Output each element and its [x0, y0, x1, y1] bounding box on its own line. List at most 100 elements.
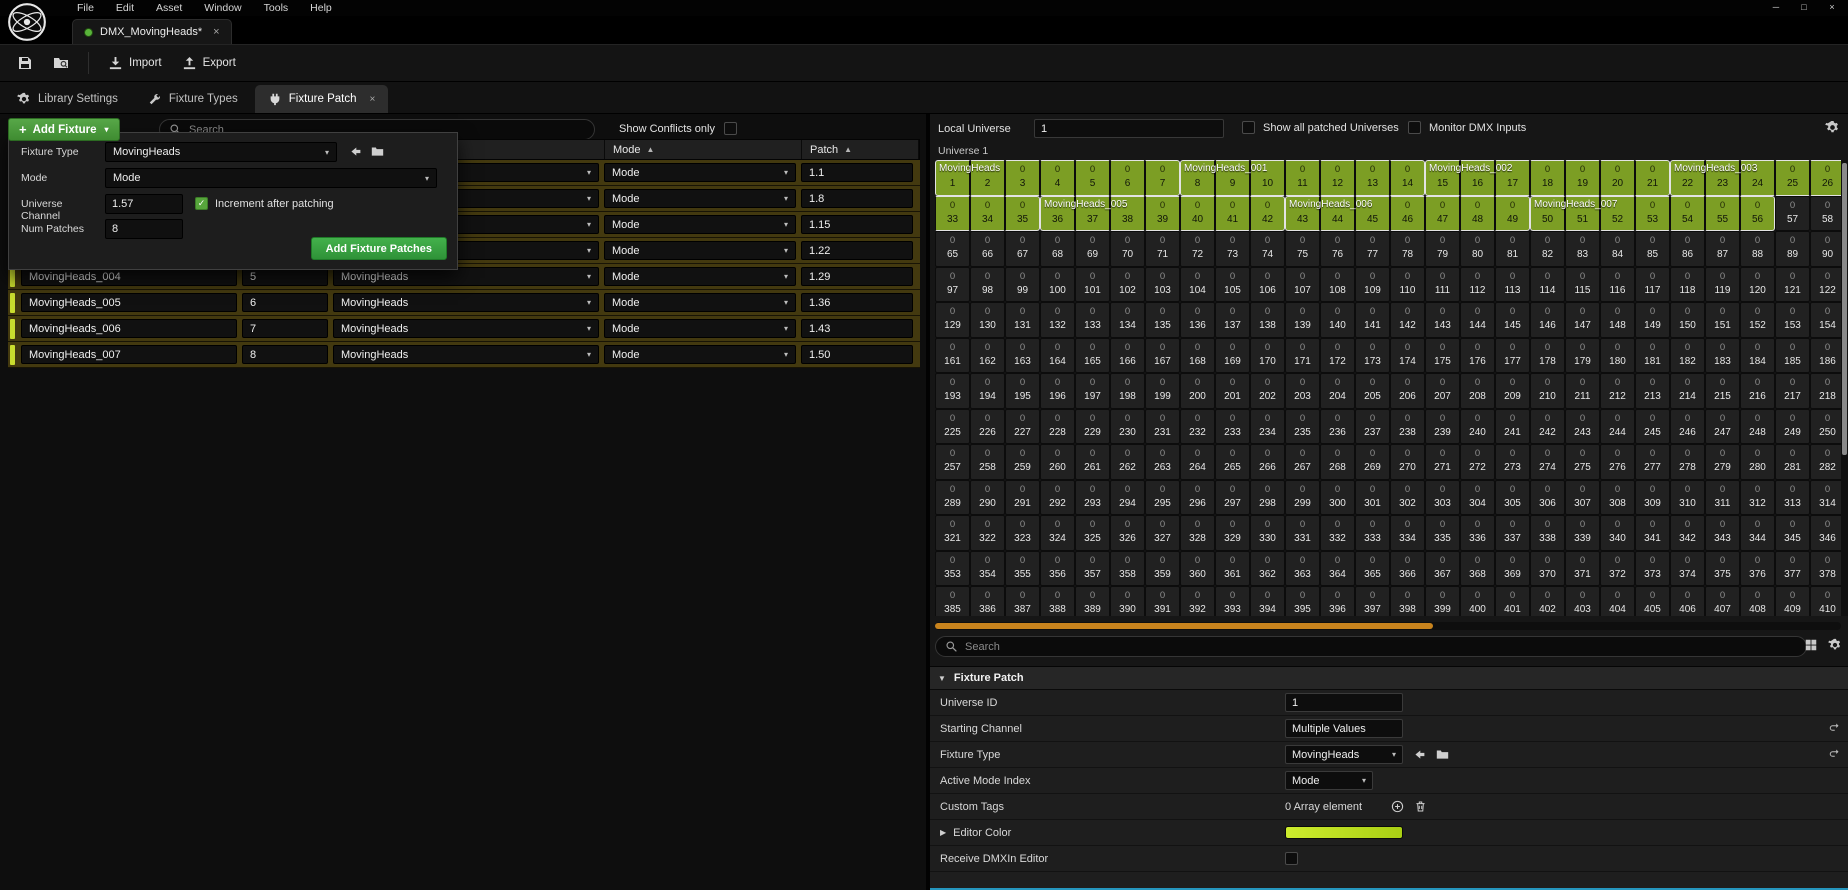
dmx-channel-cell[interactable]: 0230 — [1110, 409, 1145, 445]
dmx-channel-cell[interactable]: 083 — [1565, 231, 1600, 267]
dmx-channel-cell[interactable]: 0326 — [1110, 515, 1145, 551]
dmx-channel-cell[interactable]: 0366 — [1390, 551, 1425, 587]
dmx-channel-cell[interactable]: 025 — [1775, 160, 1810, 196]
dmx-channel-cell[interactable]: 0246 — [1670, 409, 1705, 445]
dmx-channel-cell[interactable]: 0322 — [970, 515, 1005, 551]
dmx-channel-cell[interactable]: 0303 — [1425, 480, 1460, 516]
dmx-channel-cell[interactable]: 0236 — [1320, 409, 1355, 445]
dmx-channel-cell[interactable]: 0355 — [1005, 551, 1040, 587]
dmx-channel-cell[interactable]: 0178 — [1530, 338, 1565, 374]
dmx-channel-cell[interactable]: 0297 — [1215, 480, 1250, 516]
dmx-channel-cell[interactable]: 0294 — [1110, 480, 1145, 516]
dmx-channel-cell[interactable]: 0216 — [1740, 373, 1775, 409]
dmx-channel-cell[interactable]: 0242 — [1530, 409, 1565, 445]
dmx-channel-cell[interactable]: 097 — [935, 267, 970, 303]
dmx-channel-cell[interactable]: 0106 — [1250, 267, 1285, 303]
dmx-channel-cell[interactable]: 0104 — [1180, 267, 1215, 303]
dmx-channel-cell[interactable]: 0147 — [1565, 302, 1600, 338]
dmx-channel-cell[interactable]: 0401 — [1495, 586, 1530, 616]
dmx-channel-cell[interactable]: 082 — [1530, 231, 1565, 267]
dmx-channel-cell[interactable]: 0120 — [1740, 267, 1775, 303]
menu-item-tools[interactable]: Tools — [253, 0, 300, 16]
dmx-channel-cell[interactable]: 0378 — [1810, 551, 1845, 587]
gear-icon[interactable] — [1828, 638, 1842, 652]
fixture-type-dropdown[interactable]: MovingHeads▾ — [333, 293, 599, 312]
dmx-channel-cell[interactable]: 0136 — [1180, 302, 1215, 338]
dmx-channel-cell[interactable]: 069 — [1075, 231, 1110, 267]
dmx-channel-cell[interactable]: 0313 — [1775, 480, 1810, 516]
dmx-channel-cell[interactable]: 0169 — [1215, 338, 1250, 374]
dmx-channel-cell[interactable]: 0226 — [970, 409, 1005, 445]
tab-fixture-patch[interactable]: Fixture Patch × — [255, 85, 389, 113]
close-button[interactable]: × — [1818, 0, 1846, 15]
dmx-channel-cell[interactable]: 0367 — [1425, 551, 1460, 587]
dmx-channel-cell[interactable]: 0399 — [1425, 586, 1460, 616]
dmx-channel-cell[interactable]: 053 — [1635, 196, 1670, 232]
dmx-channel-cell[interactable]: 0389 — [1075, 586, 1110, 616]
patch-cell[interactable]: 1.8 — [801, 189, 913, 208]
dmx-channel-cell[interactable]: 0409 — [1775, 586, 1810, 616]
dmx-channel-cell[interactable]: 0370 — [1530, 551, 1565, 587]
dmx-channel-cell[interactable]: 0218 — [1810, 373, 1845, 409]
dmx-channel-cell[interactable]: 0198 — [1110, 373, 1145, 409]
dmx-channel-cell[interactable]: 0107 — [1285, 267, 1320, 303]
dmx-channel-cell[interactable]: 0376 — [1740, 551, 1775, 587]
dmx-channel-cell[interactable]: 0152 — [1740, 302, 1775, 338]
maximize-button[interactable]: □ — [1790, 0, 1818, 15]
show-conflicts-checkbox[interactable] — [724, 122, 737, 135]
dmx-channel-cell[interactable]: 0212 — [1600, 373, 1635, 409]
dmx-channel-cell[interactable]: 0406 — [1670, 586, 1705, 616]
active-mode-dropdown[interactable]: Mode ▾ — [1285, 771, 1373, 790]
dmx-channel-cell[interactable]: 0200 — [1180, 373, 1215, 409]
dmx-channel-cell[interactable]: 0276 — [1600, 444, 1635, 480]
mode-dropdown[interactable]: Mode▾ — [604, 345, 796, 364]
fixture-type-dropdown[interactable]: MovingHeads▾ — [333, 345, 599, 364]
dmx-channel-cell[interactable]: 042 — [1250, 196, 1285, 232]
dmx-channel-cell[interactable]: 0231 — [1145, 409, 1180, 445]
dmx-channel-cell[interactable]: 0129 — [935, 302, 970, 338]
dmx-channel-cell[interactable]: 018 — [1530, 160, 1565, 196]
dmx-channel-cell[interactable]: 0337 — [1495, 515, 1530, 551]
dmx-channel-cell[interactable]: 0390 — [1110, 586, 1145, 616]
dmx-channel-cell[interactable]: 0185 — [1775, 338, 1810, 374]
dmx-channel-cell[interactable]: 0312 — [1740, 480, 1775, 516]
dmx-channel-cell[interactable]: 0145 — [1495, 302, 1530, 338]
dmx-channel-cell[interactable]: 05 — [1075, 160, 1110, 196]
dmx-channel-cell[interactable]: 0336 — [1460, 515, 1495, 551]
dmx-channel-cell[interactable]: 0301 — [1355, 480, 1390, 516]
dmx-channel-cell[interactable]: 098 — [970, 267, 1005, 303]
table-row[interactable]: MovingHeads_0056MovingHeads▾Mode▾1.36 — [8, 290, 920, 316]
dmx-channel-cell[interactable]: 0271 — [1425, 444, 1460, 480]
dmx-channel-cell[interactable]: 0305 — [1495, 480, 1530, 516]
dmx-channel-cell[interactable]: 022MovingHeads_003 — [1670, 160, 1705, 196]
dmx-channel-cell[interactable]: 0262 — [1110, 444, 1145, 480]
mode-dropdown[interactable]: Mode▾ — [604, 293, 796, 312]
dmx-channel-cell[interactable]: 0142 — [1390, 302, 1425, 338]
dmx-channel-cell[interactable]: 0111 — [1425, 267, 1460, 303]
dmx-channel-cell[interactable]: 0238 — [1390, 409, 1425, 445]
fixture-name-cell[interactable]: MovingHeads_007 — [21, 345, 237, 364]
dmx-channel-cell[interactable]: 0289 — [935, 480, 970, 516]
dmx-channel-cell[interactable]: 033 — [935, 196, 970, 232]
dmx-channel-cell[interactable]: 072 — [1180, 231, 1215, 267]
dmx-channel-cell[interactable]: 0357 — [1075, 551, 1110, 587]
dmx-channel-cell[interactable]: 075 — [1285, 231, 1320, 267]
mode-dropdown[interactable]: Mode▾ — [604, 215, 796, 234]
dmx-channel-cell[interactable]: 01MovingHeads — [935, 160, 970, 196]
dmx-channel-cell[interactable]: 0327 — [1145, 515, 1180, 551]
dmx-channel-cell[interactable]: 0131 — [1005, 302, 1040, 338]
dmx-channel-cell[interactable]: 0237 — [1355, 409, 1390, 445]
dmx-channel-cell[interactable]: 0398 — [1390, 586, 1425, 616]
dmx-channel-cell[interactable]: 0314 — [1810, 480, 1845, 516]
dmx-channel-cell[interactable]: 0280 — [1740, 444, 1775, 480]
asset-tab-dmx-movingheads[interactable]: DMX_MovingHeads* × — [72, 19, 232, 44]
dmx-channel-cell[interactable]: 0154 — [1810, 302, 1845, 338]
dmx-channel-cell[interactable]: 0171 — [1285, 338, 1320, 374]
dmx-channel-cell[interactable]: 0403 — [1565, 586, 1600, 616]
dmx-channel-cell[interactable]: 0300 — [1320, 480, 1355, 516]
dmx-channel-cell[interactable]: 0108 — [1320, 267, 1355, 303]
dmx-channel-cell[interactable]: 0114 — [1530, 267, 1565, 303]
dmx-channel-cell[interactable]: 0275 — [1565, 444, 1600, 480]
num-patches-input[interactable] — [105, 219, 183, 239]
minimize-button[interactable]: ─ — [1762, 0, 1790, 15]
